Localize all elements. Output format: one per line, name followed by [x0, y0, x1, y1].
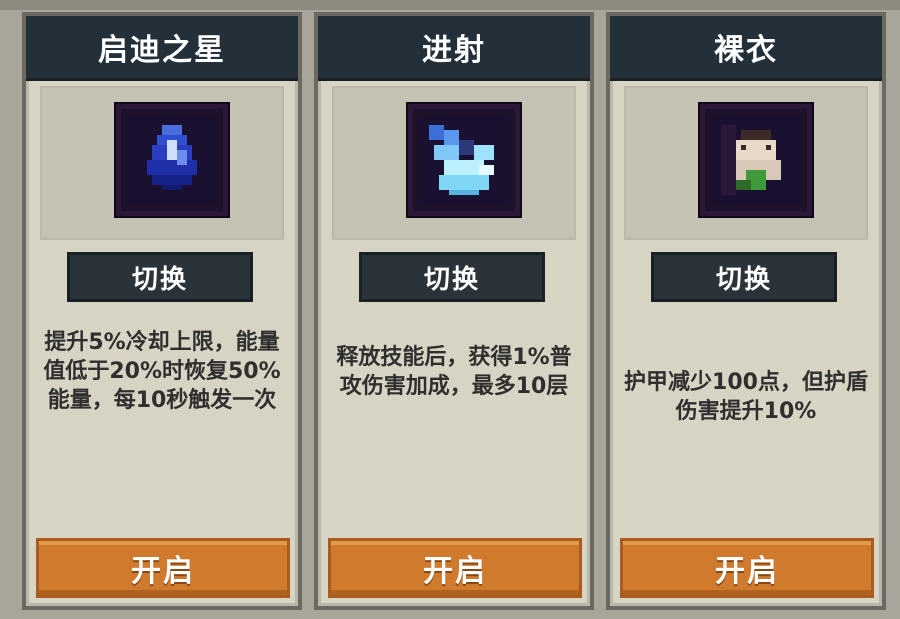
open-button[interactable]: 开启: [328, 538, 582, 598]
character-portrait-icon[interactable]: [700, 104, 812, 216]
talent-description: 释放技能后，获得1%普攻伤害加成，最多10层: [336, 345, 572, 399]
talent-description: 提升5%冷却上限，能量值低于20%时恢复50%能量，每10秒触发一次: [43, 330, 281, 413]
switch-button[interactable]: 切换: [359, 252, 545, 302]
card-title: 进射: [318, 16, 590, 81]
icon-panel: [40, 86, 284, 240]
card-title: 裸衣: [610, 16, 882, 81]
switch-button[interactable]: 切换: [651, 252, 837, 302]
blue-crystal-icon[interactable]: [116, 104, 228, 216]
open-button[interactable]: 开启: [620, 538, 874, 598]
talent-card-2: 进射 切换 释放技能后，获得1%普攻伤害加成，最多10层 开启: [314, 12, 594, 610]
talent-description: 护甲减少100点，但护盾伤害提升10%: [624, 370, 868, 424]
ice-burst-icon[interactable]: [408, 104, 520, 216]
icon-panel: [332, 86, 576, 240]
icon-panel: [624, 86, 868, 240]
top-strip: [0, 0, 900, 10]
talent-card-3: 裸衣 切换 护甲减少100点，但护盾伤害提升10% 开启: [606, 12, 886, 610]
talent-card-1: 启迪之星 切换 提升5%冷却上限，能量值低于20%时恢复50%能量，每10秒触发…: [22, 12, 302, 610]
switch-button[interactable]: 切换: [67, 252, 253, 302]
open-button[interactable]: 开启: [36, 538, 290, 598]
card-title: 启迪之星: [26, 16, 298, 81]
